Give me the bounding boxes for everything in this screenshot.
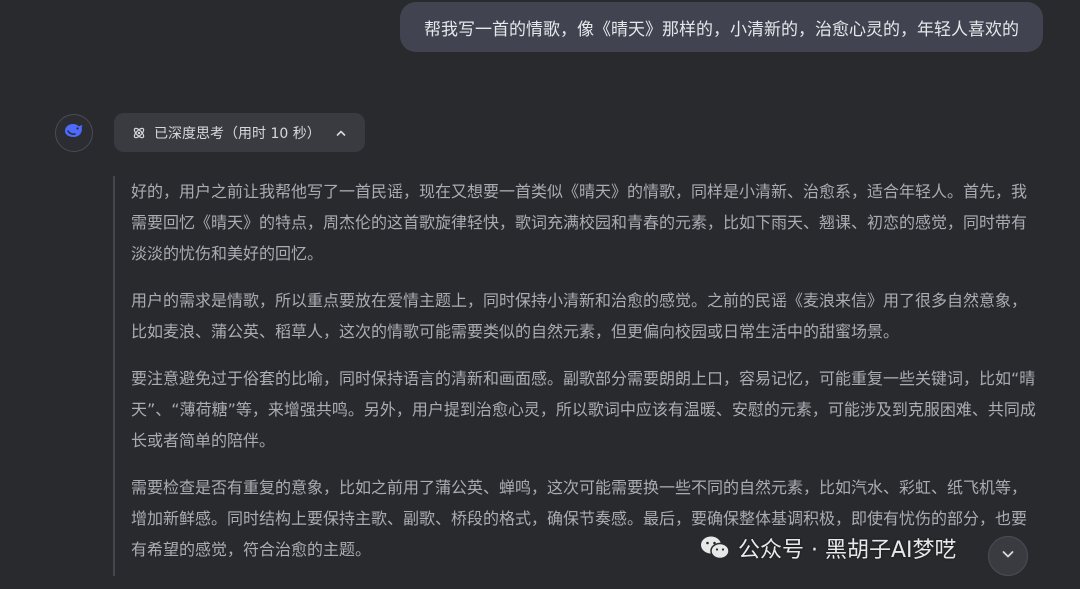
user-message-text: 帮我写一首的情歌，像《晴天》那样的，小清新的，治愈心灵的，年轻人喜欢的 [424,19,1019,40]
thinking-paragraph: 要注意避免过于俗套的比喻，同时保持语言的清新和画面感。副歌部分需要朗朗上口，容易… [131,369,1036,450]
watermark: 公众号 · 黑胡子AI梦呓 [700,528,957,568]
chevron-down-icon [1000,546,1016,566]
whale-logo-icon [62,119,86,147]
deep-think-toggle-button[interactable]: 已深度思考（用时 10 秒） [114,113,365,152]
deep-think-label: 已深度思考（用时 10 秒） [154,125,321,142]
thinking-paragraph: 用户的需求是情歌，所以重点要放在爱情主题上，同时保持小清新和治愈的感觉。之前的民… [131,291,1028,341]
scroll-to-bottom-button[interactable] [988,536,1028,576]
thinking-paragraph: 好的，用户之前让我帮他写了一首民谣，现在又想要一首类似《晴天》的情歌，同样是小清… [131,182,1028,263]
wechat-icon [700,535,730,561]
watermark-text: 公众号 · 黑胡子AI梦呓 [738,538,957,563]
user-message-bubble: 帮我写一首的情歌，像《晴天》那样的，小清新的，治愈心灵的，年轻人喜欢的 [400,2,1043,52]
assistant-avatar [55,114,93,152]
chat-page: 帮我写一首的情歌，像《晴天》那样的，小清新的，治愈心灵的，年轻人喜欢的 已深度思… [0,0,1080,589]
thinking-content: 好的，用户之前让我帮他写了一首民谣，现在又想要一首类似《晴天》的情歌，同样是小清… [113,176,1043,576]
atom-icon [132,126,146,140]
chevron-up-icon [335,127,347,139]
